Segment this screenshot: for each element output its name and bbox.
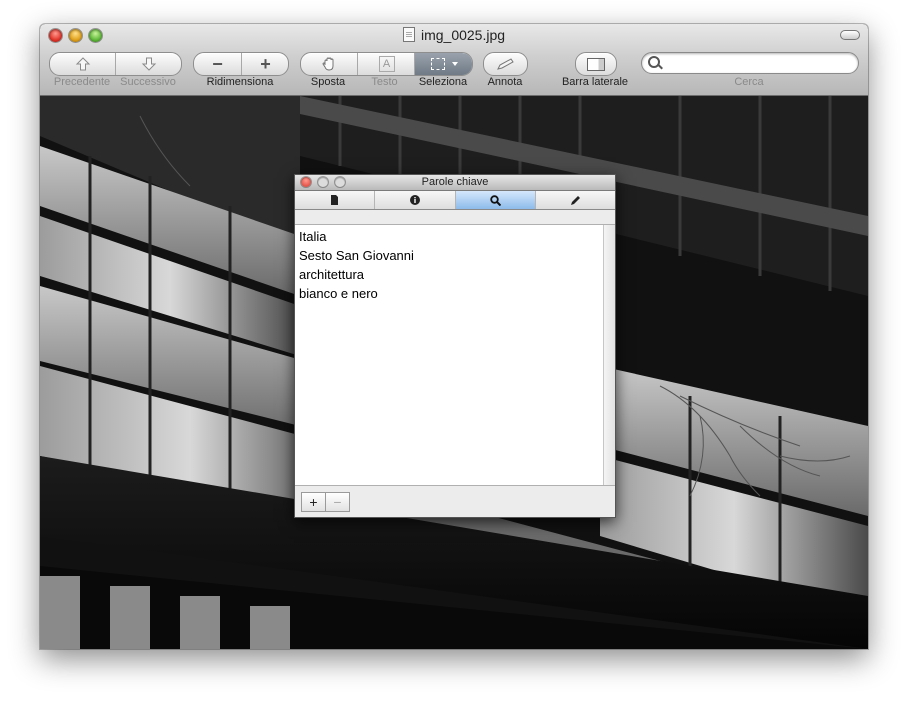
tab-general[interactable]: [295, 191, 374, 209]
next-button[interactable]: [115, 53, 181, 75]
tab-info[interactable]: [374, 191, 454, 209]
tab-keywords[interactable]: [454, 191, 535, 209]
keyword-item[interactable]: Sesto San Giovanni: [299, 246, 615, 265]
inspector-close-button[interactable]: [301, 177, 311, 187]
pencil-icon: [496, 58, 514, 70]
keyword-buttons: + −: [301, 492, 350, 512]
annotate-cell: [484, 53, 527, 75]
resize-label: Ridimensiona: [206, 76, 274, 88]
titlebar-toolbar: img_0025.jpg Precedente Successivo − + R…: [40, 24, 868, 96]
zoom-out-button[interactable]: −: [194, 53, 241, 75]
sidebar-icon: [587, 57, 605, 71]
search-label: Cerca: [734, 76, 764, 88]
sidebar-label: Barra laterale: [561, 76, 629, 88]
sidebar-cell: [576, 53, 616, 75]
document-icon: [331, 195, 339, 205]
keywords-list: Italia Sesto San Giovanni architettura b…: [295, 225, 615, 303]
keywords-inspector: Parole chiave Italia Sesto San Giovanni …: [294, 174, 616, 518]
tab-annotations[interactable]: [534, 191, 615, 209]
arrow-up-icon: [75, 57, 90, 71]
toolbar-toggle-button[interactable]: [840, 30, 860, 40]
marquee-select-icon: [430, 58, 445, 70]
add-keyword-button[interactable]: +: [301, 492, 326, 512]
keyword-item[interactable]: bianco e nero: [299, 284, 615, 303]
zoom-in-button[interactable]: +: [241, 53, 288, 75]
magnifier-icon: [489, 194, 501, 206]
remove-keyword-button[interactable]: −: [326, 492, 350, 512]
select-label: Seleziona: [418, 76, 468, 88]
keywords-list-area: Italia Sesto San Giovanni architettura b…: [295, 225, 615, 486]
keywords-scrollbar[interactable]: [603, 225, 615, 485]
inspector-titlebar[interactable]: Parole chiave: [295, 175, 615, 191]
inspector-tabs: [295, 191, 615, 210]
info-icon: [409, 195, 420, 205]
keyword-item[interactable]: architettura: [299, 265, 615, 284]
inspector-minimize-button: [318, 177, 328, 187]
window-title: img_0025.jpg: [420, 27, 506, 43]
text-label: Testo: [371, 76, 398, 88]
search-input[interactable]: [664, 55, 854, 73]
search-field: [641, 52, 859, 74]
inspector-zoom-button: [335, 177, 345, 187]
move-tool-button[interactable]: [301, 53, 357, 75]
move-label: Sposta: [310, 76, 346, 88]
next-label: Successivo: [120, 76, 176, 88]
sidebar-button[interactable]: [575, 52, 617, 76]
inspector-header-strip: [295, 210, 615, 225]
tool-mode-control: A: [300, 52, 473, 76]
annotate-button[interactable]: [483, 52, 528, 76]
document-proxy-icon[interactable]: [402, 27, 415, 42]
resize-control: − +: [193, 52, 289, 76]
text-tool-icon: A: [378, 56, 395, 72]
select-tool-button[interactable]: [414, 53, 472, 75]
previous-button[interactable]: [50, 53, 115, 75]
annotate-label: Annota: [487, 76, 523, 88]
chevron-down-icon: [451, 62, 458, 66]
keyword-item[interactable]: Italia: [299, 227, 615, 246]
text-tool-button[interactable]: A: [357, 53, 415, 75]
window-title-area: img_0025.jpg: [40, 27, 868, 45]
inspector-title: Parole chiave: [421, 176, 489, 188]
arrow-down-icon: [141, 57, 157, 71]
search-icon: [648, 56, 660, 68]
navigation-control: [49, 52, 182, 76]
hand-icon: [322, 57, 334, 71]
pencil-icon: [570, 195, 580, 205]
previous-label: Precedente: [53, 76, 111, 88]
